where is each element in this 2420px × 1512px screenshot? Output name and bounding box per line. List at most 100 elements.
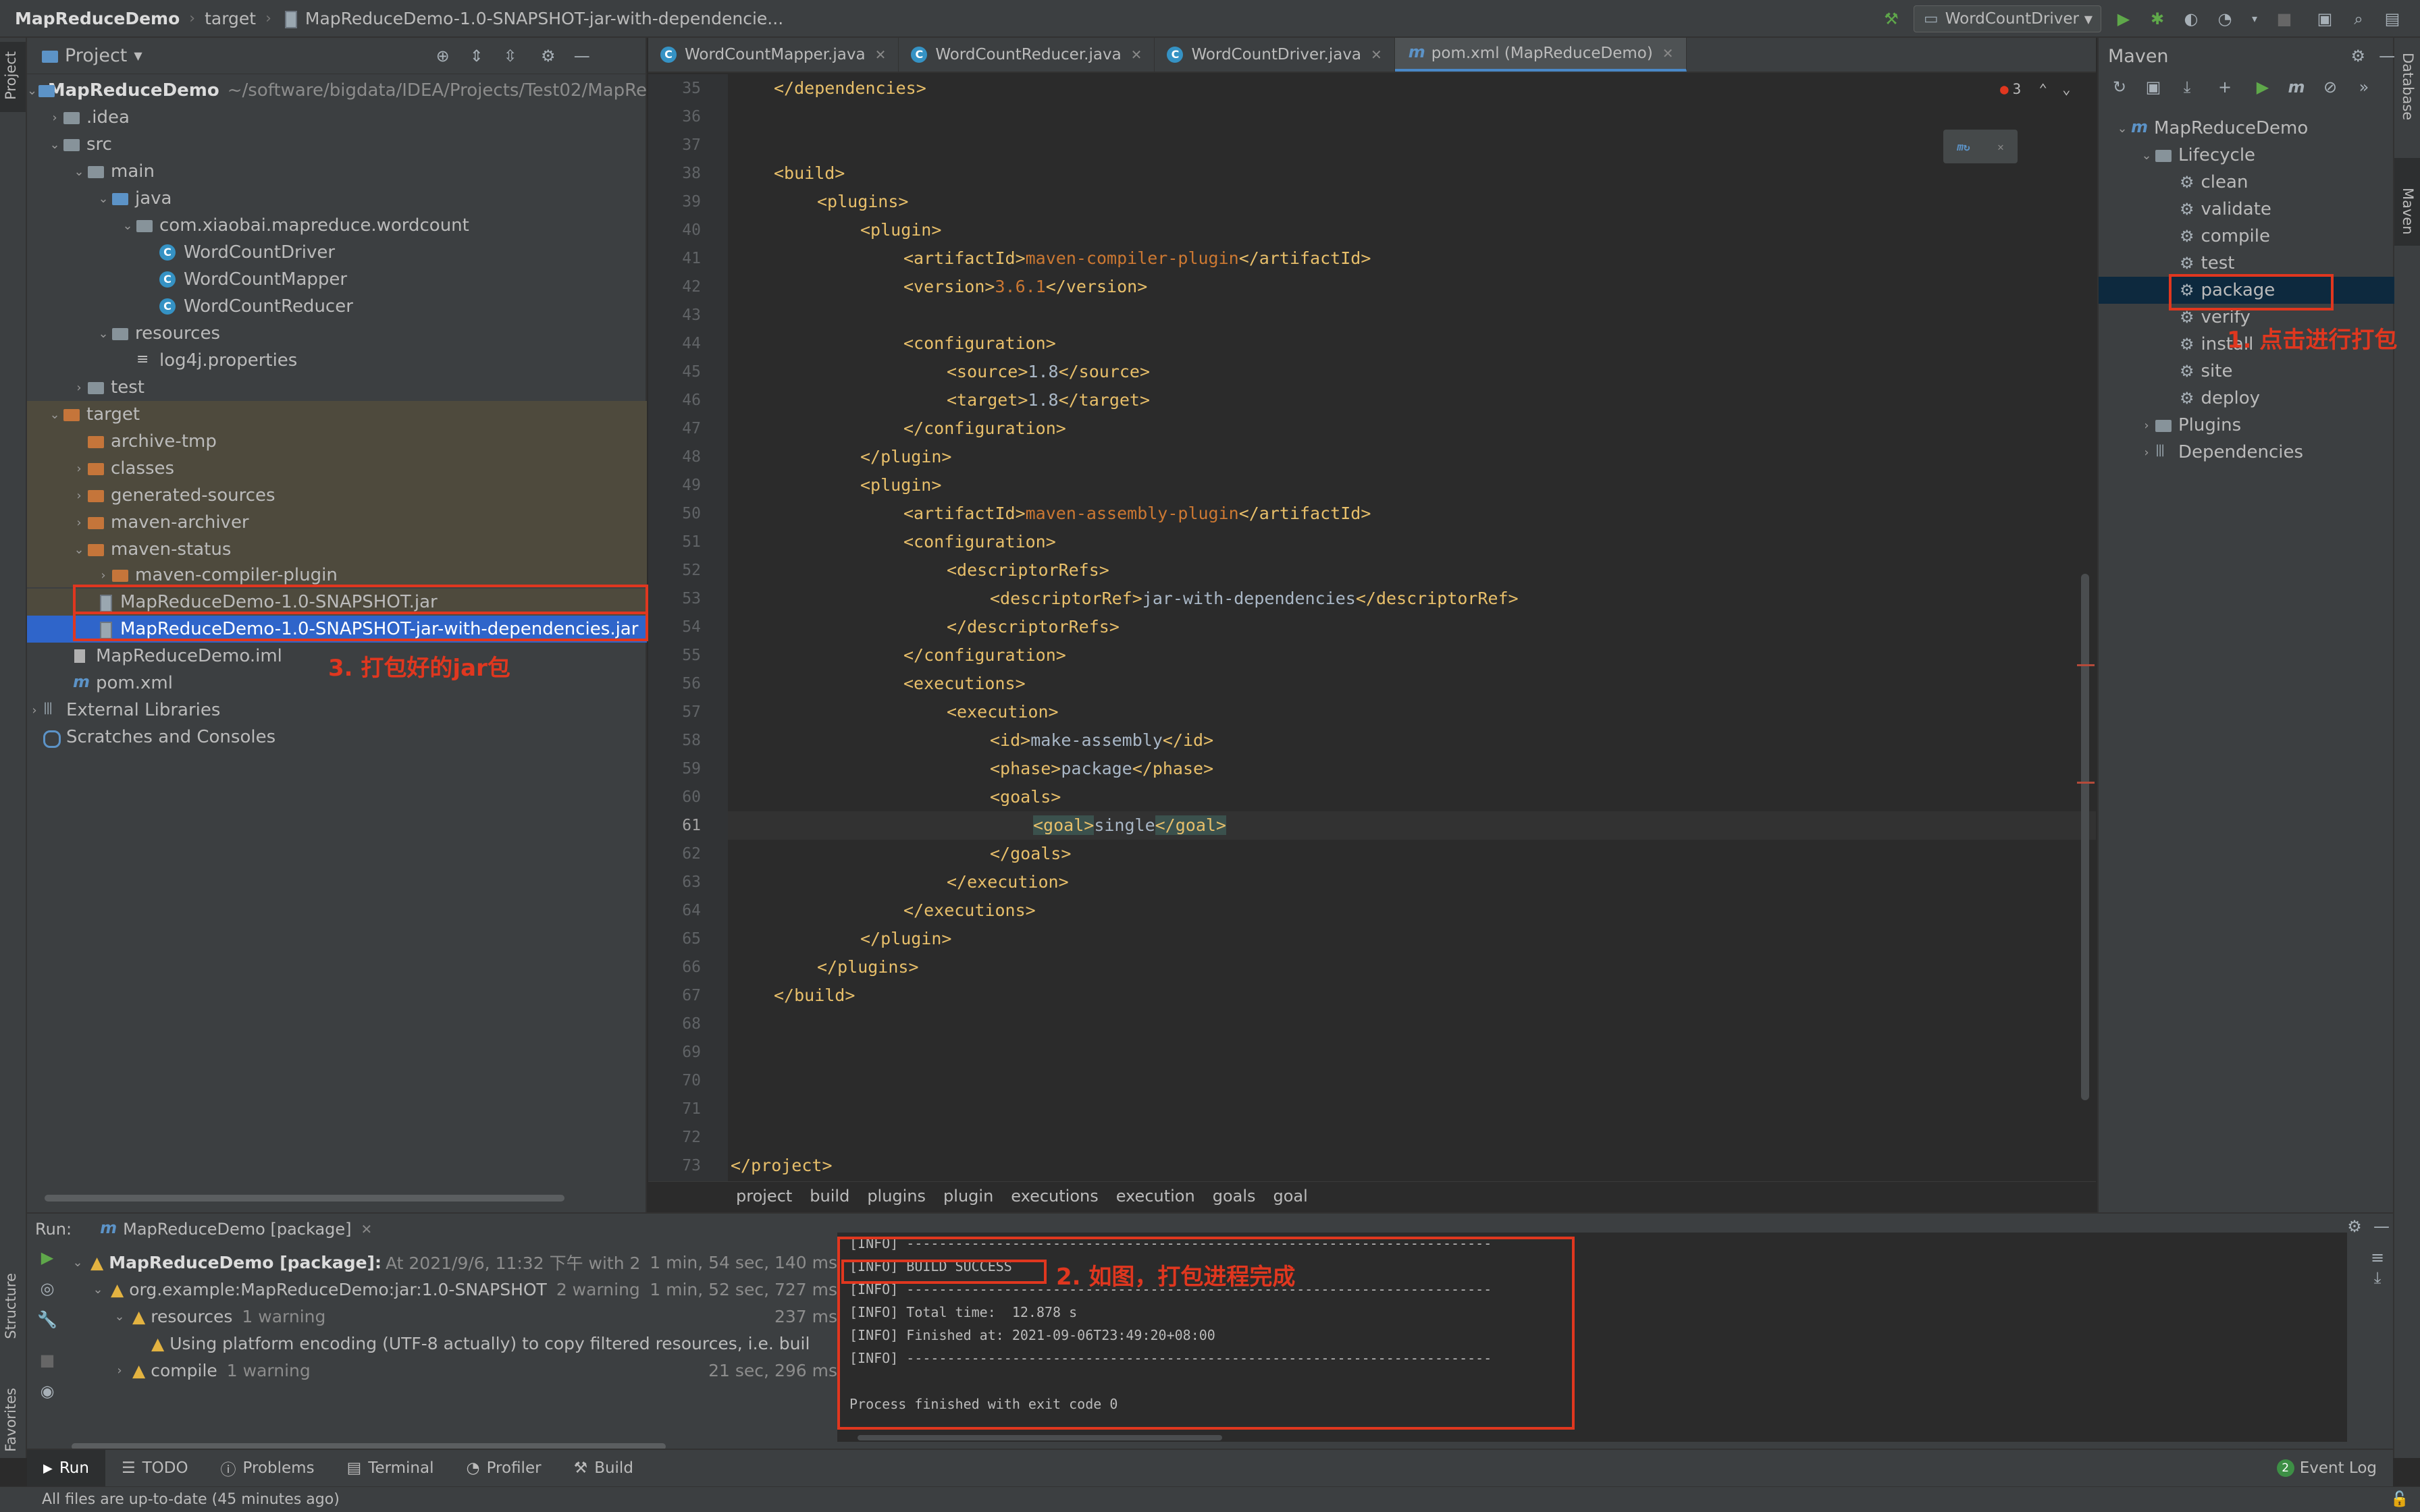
chevron-right-icon[interactable]: › (72, 516, 86, 530)
project-structure-icon[interactable]: ▣ (2315, 9, 2335, 29)
chevron-right-icon[interactable]: › (112, 1364, 127, 1378)
breadcrumb-item[interactable]: execution (1116, 1187, 1195, 1206)
tree-item-maven-compiler-plugin[interactable]: › maven-compiler-plugin (27, 563, 647, 587)
search-everywhere-icon[interactable]: ⌕ (2348, 9, 2369, 29)
breadcrumb-item[interactable]: project (736, 1187, 792, 1206)
chevron-right-icon[interactable]: › (72, 381, 86, 395)
tree-item-generated-sources[interactable]: › generated-sources (27, 482, 647, 509)
chevron-down-icon[interactable]: ⌄ (72, 543, 86, 557)
maven-phase-compile[interactable]: ⚙ compile (2099, 223, 2394, 250)
chevron-down-icon[interactable]: ⌄ (96, 192, 111, 206)
run-tab-label[interactable]: MapReduceDemo [package] (123, 1220, 351, 1239)
close-icon[interactable]: ✕ (1371, 47, 1382, 63)
collapse-all-icon[interactable]: ⇳ (500, 46, 521, 66)
generate-sources-icon[interactable]: ▣ (2143, 77, 2163, 97)
chevron-down-icon[interactable]: ⌄ (96, 327, 111, 341)
chevron-right-icon[interactable]: › (27, 703, 42, 718)
gear-icon[interactable]: ⚙ (2351, 46, 2366, 66)
favorites-tool-label[interactable]: Favorites (3, 1388, 19, 1452)
tab-problems[interactable]: ⓘ Problems (205, 1457, 331, 1480)
database-tool-label[interactable]: Database (2400, 53, 2416, 120)
chevron-up-icon[interactable]: ⌃ (2038, 81, 2047, 97)
breadcrumb-item[interactable]: goal (1273, 1187, 1308, 1206)
chevron-down-icon[interactable]: ⌄ (70, 1256, 85, 1270)
tree-item-package[interactable]: ⌄ com.xiaobai.mapreduce.wordcount (27, 212, 647, 239)
tree-item-test[interactable]: › test (27, 374, 647, 401)
lock-icon[interactable]: 🔓 (2390, 1491, 2409, 1508)
tab-terminal[interactable]: ▤ Terminal (331, 1459, 450, 1477)
tree-item-wordcountdriver[interactable]: WordCountDriver (27, 239, 647, 266)
run-tree-row[interactable]: ⌄ ▲ resources 1 warning 237 ms (112, 1303, 837, 1330)
console-hscrollbar[interactable] (858, 1435, 1222, 1440)
run-tree-row[interactable]: ⌄ ▲ org.example:MapReduceDemo:jar:1.0-SN… (90, 1276, 837, 1303)
tree-item-scratches[interactable]: Scratches and Consoles (27, 724, 647, 751)
tree-item-classes[interactable]: › classes (27, 455, 647, 482)
close-icon[interactable]: ✕ (1662, 45, 1674, 61)
run-tree-row[interactable]: › ▲ compile 1 warning 21 sec, 296 ms (112, 1357, 837, 1384)
settings-icon[interactable]: ⚙ (2416, 9, 2420, 29)
maven-dependencies-row[interactable]: › Dependencies (2099, 439, 2394, 466)
debug-icon[interactable]: ✱ (2147, 9, 2167, 29)
profile-icon[interactable]: ◔ (2215, 9, 2235, 29)
more-run-icon[interactable]: ▾ (2248, 9, 2261, 29)
tab-run[interactable]: ▶ Run (27, 1450, 105, 1486)
close-icon[interactable]: ✕ (1997, 140, 2004, 153)
chevron-right-icon[interactable]: › (47, 111, 62, 125)
breadcrumb-item[interactable]: plugins (867, 1187, 926, 1206)
tree-item-log4j[interactable]: log4j.properties (27, 347, 647, 374)
stop-icon[interactable]: ■ (2274, 9, 2294, 29)
tree-item-maven-status[interactable]: ⌄ maven-status (27, 536, 647, 563)
chevron-down-icon[interactable]: ⌄ (2115, 122, 2130, 136)
run-icon[interactable]: ▶ (2253, 77, 2273, 97)
breadcrumb-item[interactable]: plugin (943, 1187, 993, 1206)
tree-item-main[interactable]: ⌄ main (27, 158, 647, 185)
tab-todo[interactable]: ☰ TODO (105, 1459, 205, 1477)
run-tree-row[interactable]: ▲ Using platform encoding (UTF-8 actuall… (146, 1330, 837, 1357)
tab-wordcountmapper[interactable]: WordCountMapper.java ✕ (648, 38, 899, 72)
scroll-to-end-icon[interactable]: ⤓ (2367, 1268, 2388, 1288)
download-icon[interactable]: ⤓ (2177, 77, 2197, 97)
breadcrumb-project[interactable]: MapReduceDemo (15, 9, 180, 28)
close-icon[interactable]: ✕ (361, 1221, 373, 1237)
eye-icon[interactable]: ◉ (37, 1381, 57, 1401)
chevron-down-icon[interactable]: ⌄ (47, 138, 62, 152)
maven-phase-deploy[interactable]: ⚙ deploy (2099, 385, 2394, 412)
tree-item-wordcountreducer[interactable]: WordCountReducer (27, 293, 647, 320)
tree-item-idea[interactable]: › .idea (27, 104, 647, 131)
chevron-right-icon[interactable]: › (72, 462, 86, 476)
tab-wordcountreducer[interactable]: WordCountReducer.java ✕ (899, 38, 1155, 72)
gear-icon[interactable]: ⚙ (2344, 1216, 2365, 1237)
chevron-right-icon[interactable]: › (2139, 418, 2154, 433)
tree-item-java[interactable]: ⌄ java (27, 185, 647, 212)
maven-phase-validate[interactable]: ⚙ validate (2099, 196, 2394, 223)
chevron-down-icon[interactable]: ⌄ (90, 1282, 105, 1297)
tree-item-external-libraries[interactable]: › External Libraries (27, 697, 647, 724)
structure-tool-label[interactable]: Structure (3, 1273, 19, 1339)
tab-pom-xml[interactable]: pom.xml (MapReduceDemo) ✕ (1394, 38, 1687, 72)
chevron-down-icon[interactable]: ⌄ (2062, 81, 2071, 97)
maven-plugins-row[interactable]: › Plugins (2099, 412, 2394, 439)
maven-goal-icon[interactable]: m (2286, 77, 2307, 97)
more-icon[interactable]: » (2354, 77, 2374, 97)
chevron-down-icon[interactable]: ⌄ (2139, 148, 2154, 163)
breadcrumb-file[interactable]: MapReduceDemo-1.0-SNAPSHOT-jar-with-depe… (305, 9, 783, 28)
hide-icon[interactable]: — (572, 46, 592, 66)
tab-wordcountdriver[interactable]: WordCountDriver.java ✕ (1155, 38, 1395, 72)
maven-tool-label[interactable]: Maven (2400, 188, 2416, 235)
gear-icon[interactable]: ⚙ (538, 46, 558, 66)
project-tool-label[interactable]: Project (3, 51, 19, 100)
maven-phase-clean[interactable]: ⚙ clean (2099, 169, 2394, 196)
code-editor[interactable]: </dependencies> <build> <plugins> <plugi… (728, 74, 2096, 1181)
close-icon[interactable]: ✕ (875, 47, 887, 63)
breadcrumb-item[interactable]: build (810, 1187, 849, 1206)
add-icon[interactable]: + (2215, 77, 2235, 97)
tree-item-src[interactable]: ⌄ src (27, 131, 647, 158)
project-panel-title[interactable]: Project (65, 45, 127, 66)
chevron-right-icon[interactable]: › (2139, 446, 2154, 460)
maven-phase-test[interactable]: ⚙ test (2099, 250, 2394, 277)
maven-project-row[interactable]: ⌄ MapReduceDemo (2099, 115, 2394, 142)
tree-item-maven-archiver[interactable]: › maven-archiver (27, 509, 647, 536)
build-hammer-icon[interactable]: ⚒ (1881, 9, 1901, 29)
chevron-down-icon[interactable]: ⌄ (120, 219, 135, 233)
breadcrumb-item[interactable]: goals (1213, 1187, 1256, 1206)
